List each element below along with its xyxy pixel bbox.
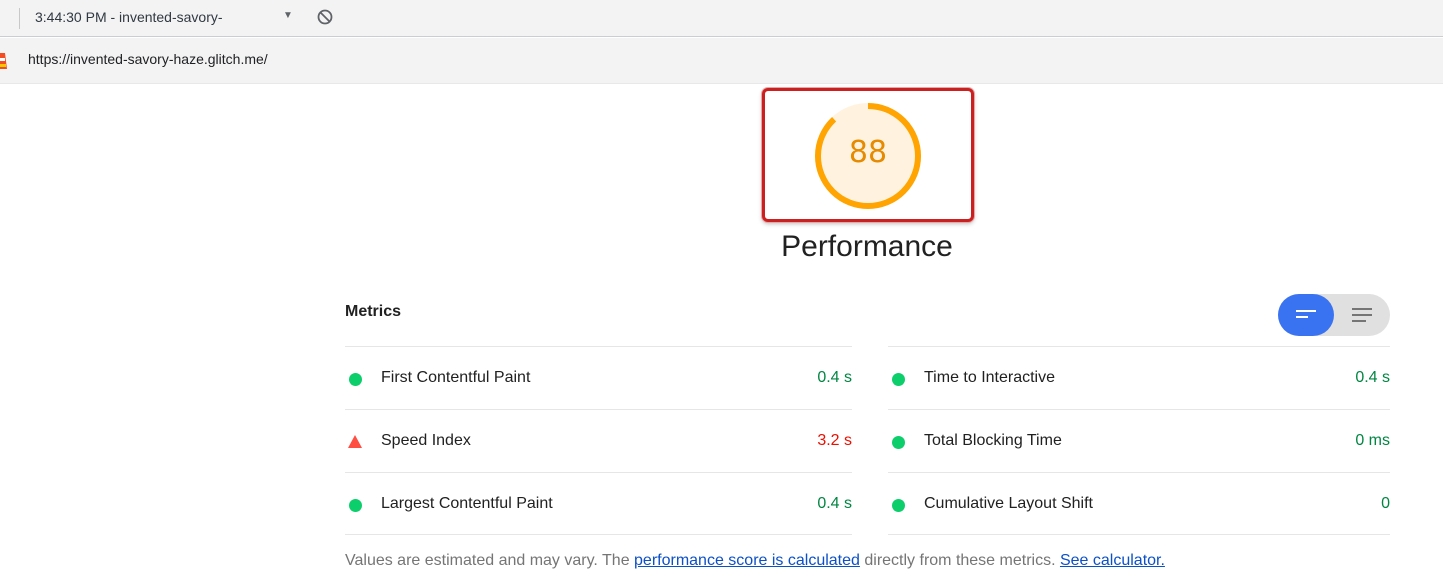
metrics-header: Metrics xyxy=(345,303,402,320)
metric-row[interactable]: Total Blocking Time 0 ms xyxy=(888,409,1390,472)
metric-value: 0.4 s xyxy=(1355,369,1390,386)
metric-row[interactable]: Largest Contentful Paint 0.4 s xyxy=(345,472,852,535)
pass-circle-icon xyxy=(349,373,362,386)
toolbar-divider xyxy=(19,8,20,29)
performance-score: 88 xyxy=(848,135,888,170)
metric-value: 0 ms xyxy=(1355,432,1390,449)
lighthouse-icon xyxy=(0,53,7,69)
metric-row[interactable]: Cumulative Layout Shift 0 xyxy=(888,472,1390,535)
url-bar: https://invented-savory-haze.glitch.me/ xyxy=(0,38,1443,84)
metrics-footnote: Values are estimated and may vary. The p… xyxy=(345,552,1165,570)
chevron-down-icon[interactable]: ▼ xyxy=(283,10,293,21)
metric-label: Total Blocking Time xyxy=(924,432,1062,449)
pass-circle-icon xyxy=(892,373,905,386)
metric-value: 0 xyxy=(1381,495,1390,512)
fail-triangle-icon xyxy=(348,435,362,448)
report-session-label[interactable]: 3:44:30 PM - invented-savory- xyxy=(35,9,223,25)
compact-view-button[interactable] xyxy=(1278,294,1334,336)
pass-circle-icon xyxy=(349,499,362,512)
metrics-column-left: First Contentful Paint 0.4 s Speed Index… xyxy=(345,346,852,535)
long-lines-icon xyxy=(1352,308,1372,322)
page-url: https://invented-savory-haze.glitch.me/ xyxy=(28,51,268,67)
metric-label: Largest Contentful Paint xyxy=(381,495,553,512)
devtools-toolbar: 3:44:30 PM - invented-savory- ▼ xyxy=(0,0,1443,37)
performance-title: Performance xyxy=(781,230,953,263)
block-icon[interactable] xyxy=(316,8,334,26)
metric-value: 3.2 s xyxy=(817,432,852,449)
short-lines-icon xyxy=(1296,310,1316,318)
metric-row[interactable]: Time to Interactive 0.4 s xyxy=(888,346,1390,409)
metric-label: First Contentful Paint xyxy=(381,369,531,386)
metrics-view-toggle[interactable] xyxy=(1278,294,1390,336)
metric-row[interactable]: Speed Index 3.2 s xyxy=(345,409,852,472)
pass-circle-icon xyxy=(892,499,905,512)
footnote-prefix: Values are estimated and may vary. The xyxy=(345,552,635,569)
footnote-middle: directly from these metrics. xyxy=(859,552,1060,569)
score-calculated-link[interactable]: performance score is calculated xyxy=(634,552,860,569)
see-calculator-link[interactable]: See calculator. xyxy=(1060,552,1165,569)
metric-label: Time to Interactive xyxy=(924,369,1056,386)
metric-label: Speed Index xyxy=(381,432,471,449)
metric-value: 0.4 s xyxy=(817,495,852,512)
pass-circle-icon xyxy=(892,436,905,449)
metrics-column-right: Time to Interactive 0.4 s Total Blocking… xyxy=(888,346,1390,535)
expanded-view-button[interactable] xyxy=(1334,294,1390,336)
metric-value: 0.4 s xyxy=(817,369,852,386)
metric-label: Cumulative Layout Shift xyxy=(924,495,1093,512)
metric-row[interactable]: First Contentful Paint 0.4 s xyxy=(345,346,852,409)
